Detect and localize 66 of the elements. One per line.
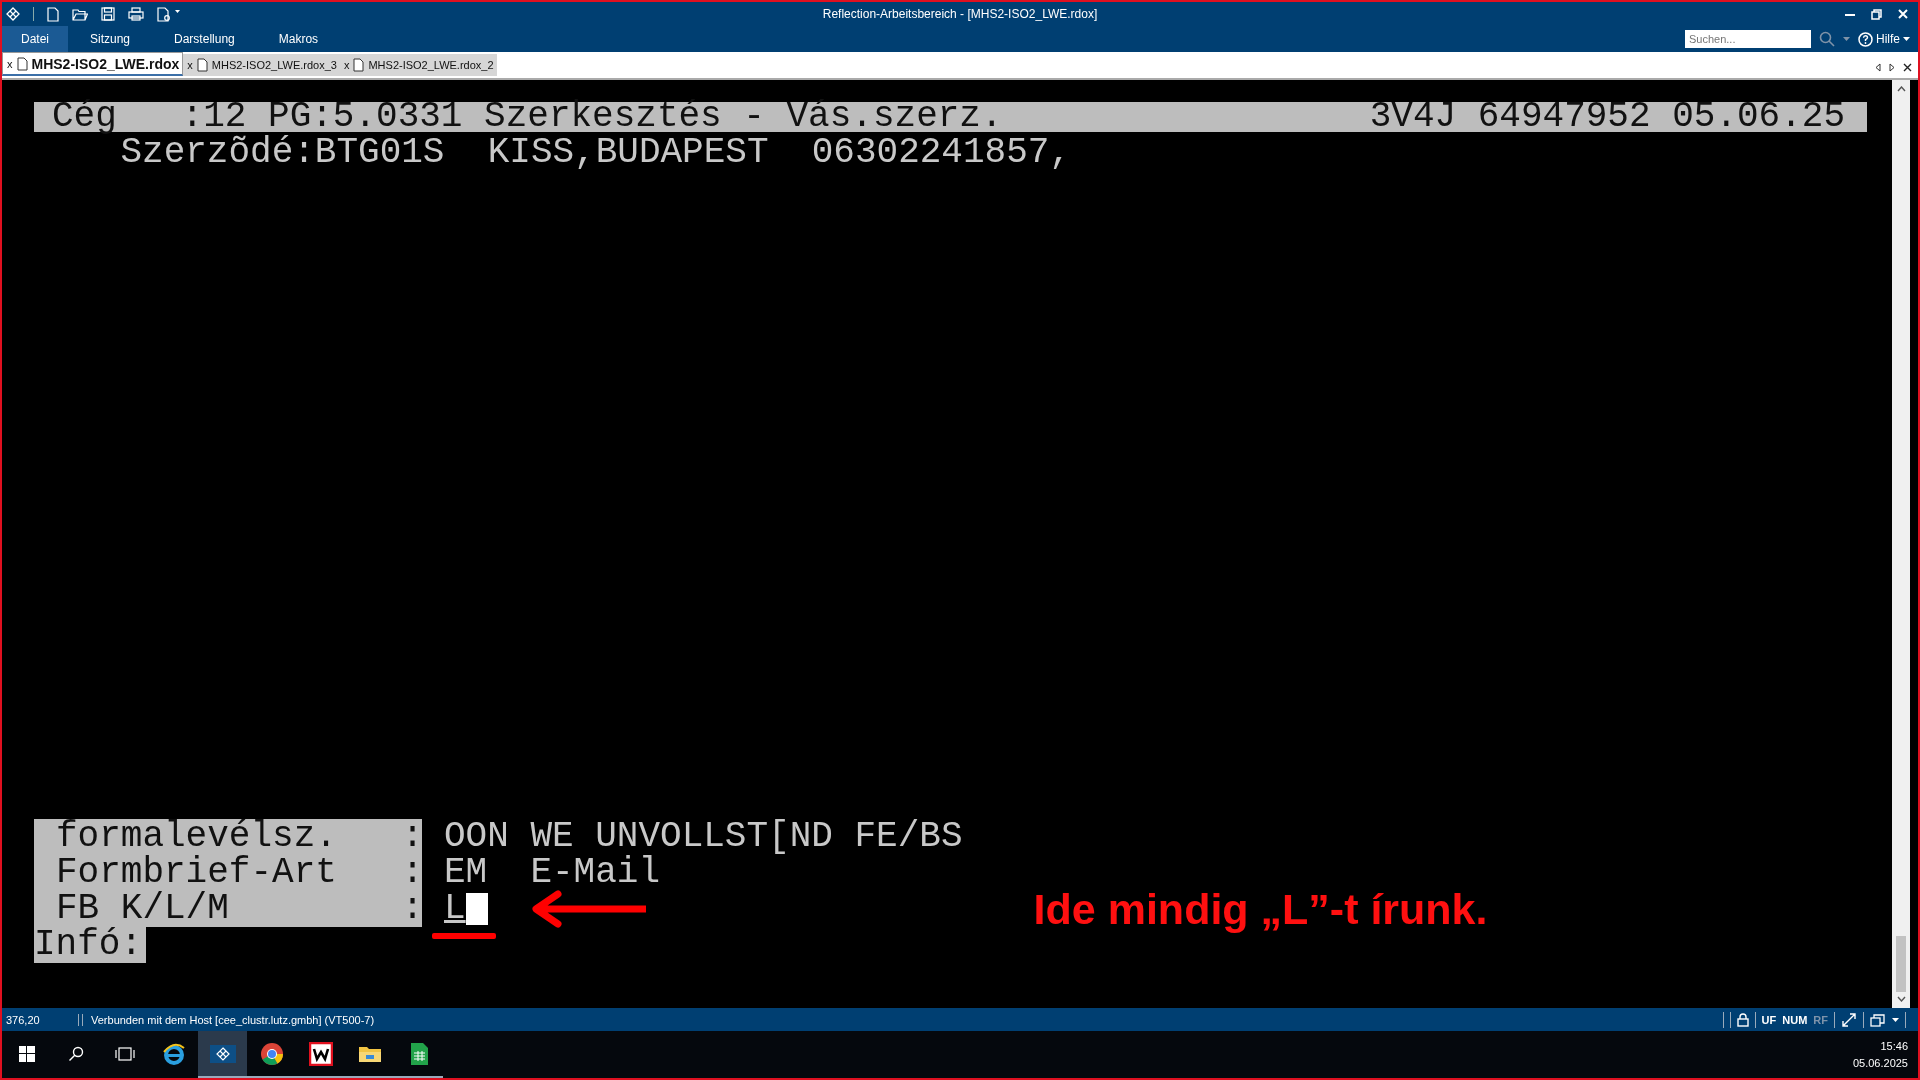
- header-text: 3V4J 64947952 05.06.25: [1369, 99, 1845, 135]
- taskbar-clock[interactable]: 15:46 05.06.2025: [1852, 1037, 1918, 1072]
- header-text: Cég :12 PG:5.0331 Szerkesztés - Vás.szerz.: [52, 99, 1003, 135]
- menu-tab[interactable]: Datei: [2, 26, 68, 52]
- caret-icon: [1903, 37, 1910, 41]
- field-value[interactable]: L: [444, 891, 466, 927]
- scroll-up-icon[interactable]: [1896, 86, 1906, 92]
- connection-status: Verbunden mit dem Host [cee_clustr.lutz.gmbh] (VT500-7): [82, 1013, 375, 1026]
- page-setup-icon[interactable]: [157, 6, 181, 22]
- browser-icon: [161, 1041, 186, 1066]
- document-tab[interactable]: x MHS2-ISO2_LWE.rdox_3: [183, 54, 340, 76]
- scroll-down-icon[interactable]: [1896, 996, 1906, 1002]
- windows-icon: [18, 1045, 35, 1062]
- field-label: formalevélsz. :: [34, 819, 422, 855]
- field-label: FB K/L/M :: [34, 891, 422, 927]
- cursor-position: 376,20: [2, 1013, 79, 1026]
- status-indicator: RF: [1813, 1013, 1828, 1026]
- menu-tab[interactable]: Sitzung: [68, 26, 153, 52]
- search-icon: [67, 1045, 84, 1062]
- status-indicator: NUM: [1782, 1013, 1808, 1026]
- field-value: OON WE UNVOLLST[ND FE/BS: [444, 819, 963, 855]
- help-icon: [1858, 31, 1873, 47]
- scroll-left-icon[interactable]: [1875, 63, 1881, 72]
- new-document-icon[interactable]: [47, 6, 59, 22]
- field-label: Formbrief-Art :: [34, 855, 422, 891]
- tab-label: MHS2-ISO2_LWE.rdox_3: [211, 59, 337, 71]
- close-icon[interactable]: [1903, 63, 1912, 72]
- document-icon: [16, 56, 28, 71]
- help-button[interactable]: Hilfe: [1858, 31, 1910, 47]
- spreadsheet-icon: [408, 1041, 429, 1066]
- tab-close-button[interactable]: x: [343, 59, 350, 71]
- print-icon[interactable]: [128, 7, 144, 21]
- field-value: EM E-Mail: [444, 855, 661, 891]
- search-icon[interactable]: [1819, 31, 1835, 47]
- tab-label: MHS2-ISO2_LWE.rdox: [31, 55, 180, 72]
- document-icon: [196, 58, 208, 72]
- annotation-text: Ide mindig „L”-t írunk.: [1033, 884, 1488, 935]
- app-icon: [209, 1044, 236, 1063]
- document-tab[interactable]: x MHS2-ISO2_LWE.rdox: [2, 52, 184, 76]
- app-logo-icon[interactable]: [6, 7, 20, 21]
- window-title: Reflection-Arbeitsbereich - [MHS2-ISO2_LWE.rdox]: [822, 7, 1098, 21]
- status-indicator: UF: [1761, 1013, 1777, 1026]
- task-view-icon: [114, 1045, 135, 1062]
- tab-close-button[interactable]: x: [187, 59, 193, 71]
- expand-icon[interactable]: [1841, 1011, 1857, 1028]
- tab-label: MHS2-ISO2_LWE.rdox_2: [368, 59, 494, 71]
- document-tab[interactable]: x MHS2-ISO2_LWE.rdox_2: [339, 54, 497, 76]
- menu-tab[interactable]: Makros: [256, 26, 341, 52]
- chrome-icon: [259, 1041, 284, 1066]
- terminal-line: Szerzõdé:BTG01S KISS,BUDAPEST 06302241857,: [119, 135, 1071, 171]
- open-folder-icon[interactable]: [72, 7, 88, 21]
- windows-icon[interactable]: [1870, 1012, 1886, 1027]
- menu-tab[interactable]: Darstellung: [152, 26, 257, 52]
- restore-icon[interactable]: [1871, 8, 1882, 20]
- search-field[interactable]: Suchen...: [1685, 30, 1811, 48]
- scroll-right-icon[interactable]: [1889, 63, 1895, 72]
- scrollbar[interactable]: [1892, 80, 1910, 1008]
- save-icon[interactable]: [101, 7, 115, 21]
- caret-icon[interactable]: [1892, 1017, 1899, 1022]
- document-icon: [353, 58, 365, 72]
- scroll-thumb[interactable]: [1896, 936, 1906, 992]
- field-label: Infó:: [34, 927, 147, 963]
- w-icon: [308, 1041, 333, 1066]
- lock-icon[interactable]: [1736, 1012, 1749, 1027]
- annotation-underline: [432, 933, 496, 939]
- tab-close-button[interactable]: x: [7, 57, 13, 70]
